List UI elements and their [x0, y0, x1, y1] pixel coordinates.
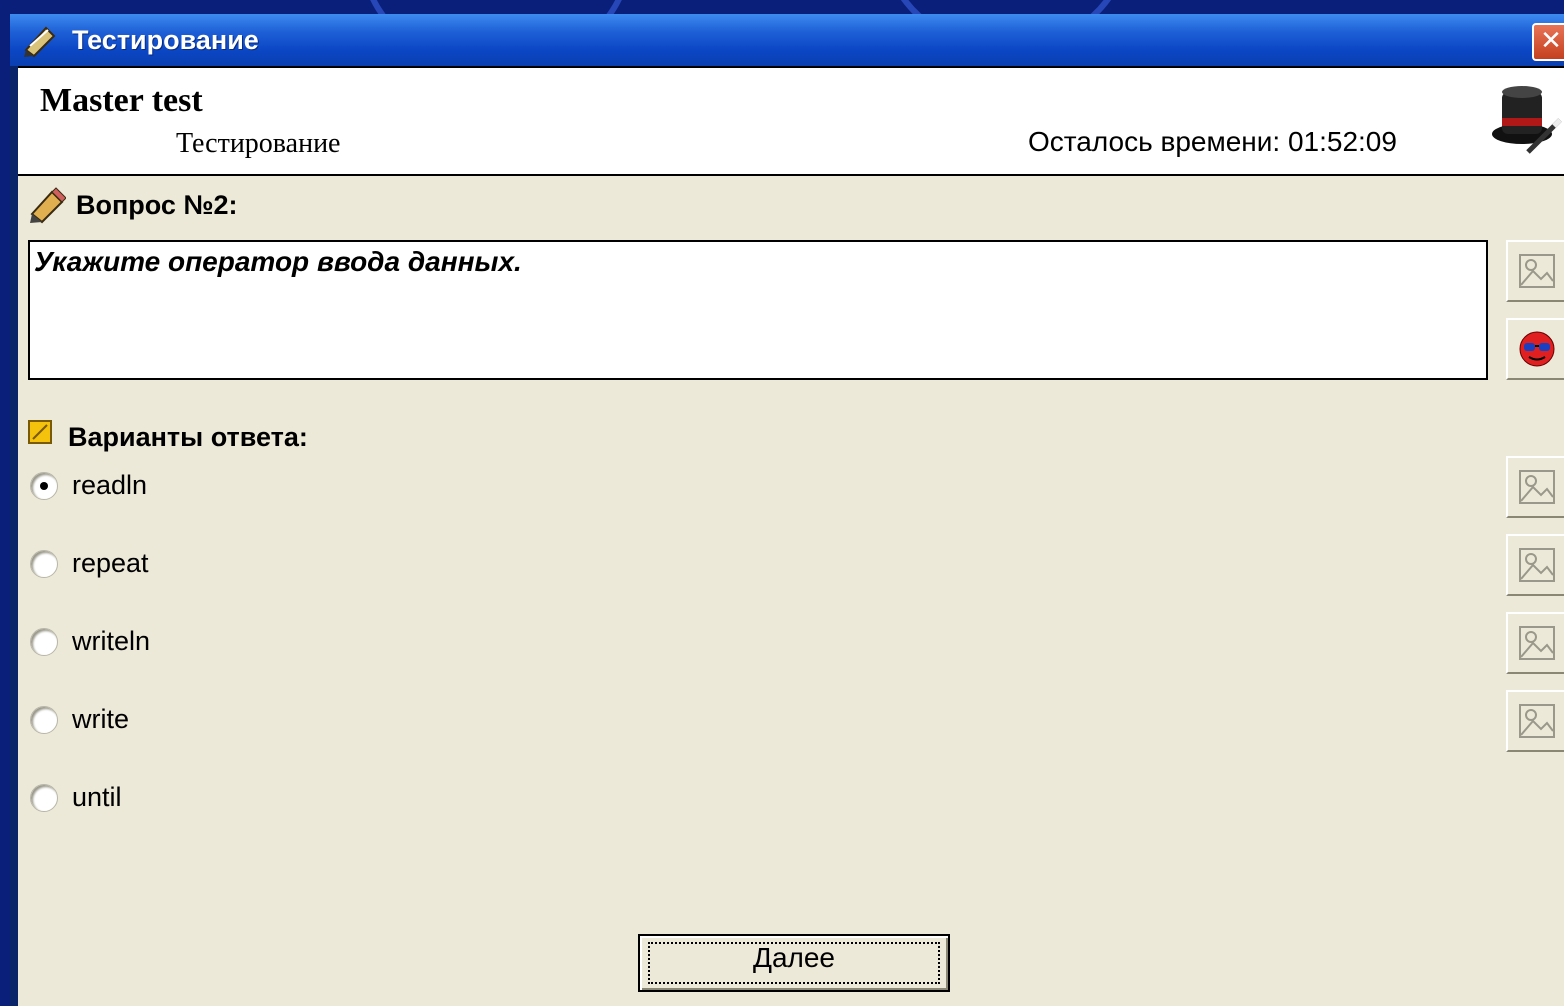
answer-radio[interactable] [30, 550, 58, 578]
window-client-area: Master test Тестирование Осталось времен… [18, 66, 1564, 1006]
answer-radio[interactable] [30, 628, 58, 656]
answer-radio[interactable] [30, 784, 58, 812]
answer-radio[interactable] [30, 706, 58, 734]
radio-selected-dot [40, 482, 48, 490]
question-text-box: Укажите оператор ввода данных. [28, 240, 1488, 380]
image-icon [1519, 548, 1555, 582]
close-button[interactable]: ✕ [1532, 23, 1564, 61]
window-title: Тестирование [72, 25, 259, 55]
question-text: Укажите оператор ввода данных. [34, 246, 522, 277]
option-image-button[interactable] [1506, 612, 1564, 674]
answer-option-label: until [72, 782, 122, 812]
checkbox-icon [28, 420, 52, 444]
smiley-glasses-icon [1519, 331, 1555, 367]
image-icon [1519, 704, 1555, 738]
title-bar[interactable]: Тестирование ✕ [10, 14, 1564, 66]
header-panel: Master test Тестирование Осталось времен… [18, 66, 1564, 176]
option-image-button[interactable] [1506, 456, 1564, 518]
answer-option-label: write [72, 704, 130, 734]
question-number-label: Вопрос №2: [76, 190, 238, 220]
time-remaining: Осталось времени: 01:52:09 [1028, 126, 1397, 157]
next-button-label: Далее [752, 942, 836, 973]
test-window: Тестирование ✕ Master test Тестирование … [10, 14, 1564, 1006]
magic-hat-icon [1492, 86, 1562, 154]
image-icon [1519, 254, 1555, 288]
image-icon [1519, 470, 1555, 504]
answer-radio[interactable] [30, 472, 58, 500]
answer-option-label: repeat [72, 548, 149, 578]
pencil-icon [30, 187, 66, 224]
answer-option-label: readln [72, 470, 148, 500]
next-button[interactable]: Далее [638, 934, 950, 992]
answer-option-label: writeln [72, 626, 151, 656]
options-label: Варианты ответа: [68, 422, 308, 452]
app-title: Master test [40, 82, 203, 119]
mode-subtitle: Тестирование [176, 128, 341, 159]
option-image-button[interactable] [1506, 534, 1564, 596]
help-button[interactable] [1506, 318, 1564, 380]
pencil-icon [24, 26, 56, 58]
image-icon [1519, 626, 1555, 660]
option-image-button[interactable] [1506, 690, 1564, 752]
question-image-button[interactable] [1506, 240, 1564, 302]
